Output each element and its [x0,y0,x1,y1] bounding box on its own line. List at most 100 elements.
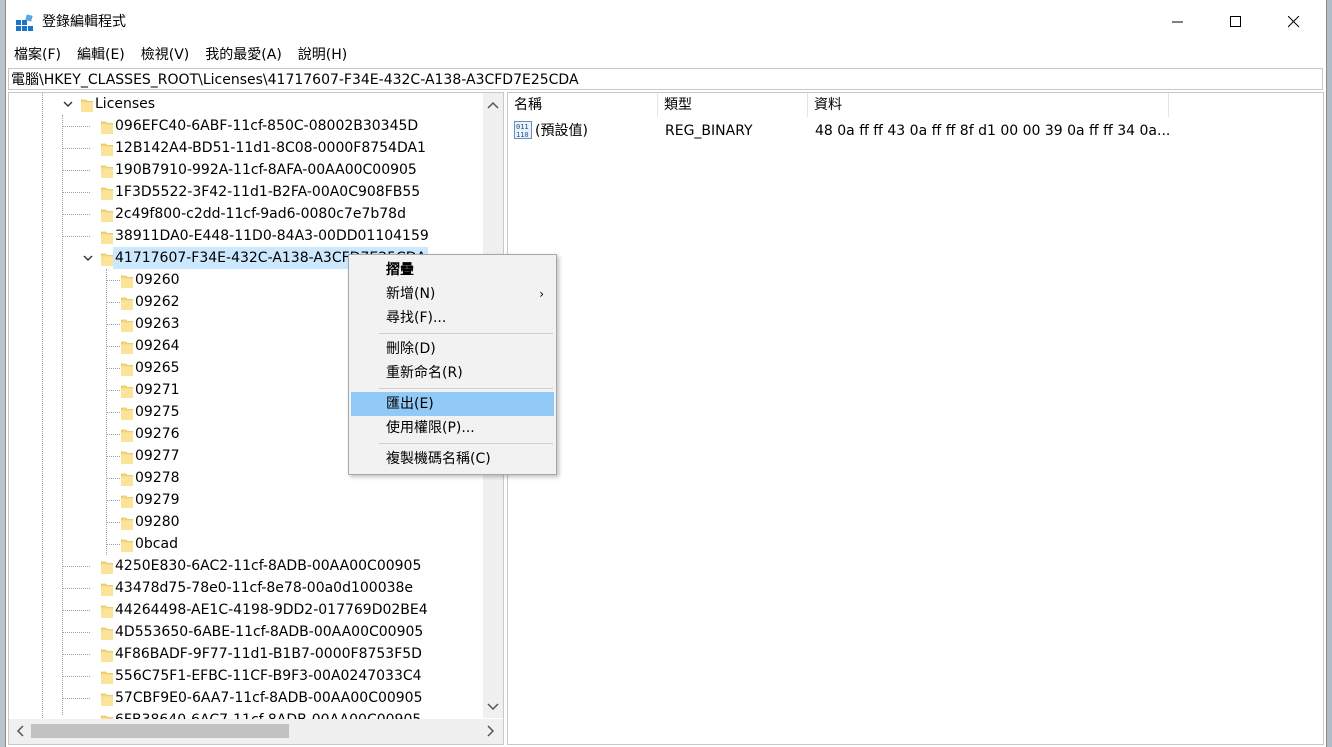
menu-bar: 檔案(F) 編輯(E) 檢視(V) 我的最愛(A) 說明(H) [6,44,1326,66]
tree-item-subkey[interactable]: 09279 [9,489,479,511]
tree-item-label: 43478d75-78e0-11cf-8e78-00a0d100038e [115,580,414,596]
folder-icon [100,669,114,685]
tree-item-label: 57CBF9E0-6AA7-11cf-8ADB-00AA00C00905 [115,690,423,706]
context-menu-rename[interactable]: 重新命名(R) [351,361,554,385]
context-menu-new[interactable]: 新增(N) › [351,282,554,306]
tree-item-key[interactable]: 44264498-AE1C-4198-9DD2-017769D02BE4 [9,599,479,621]
tree-item-label: 09275 [135,404,180,420]
tree-item-key[interactable]: 4250E830-6AC2-11cf-8ADB-00AA00C00905 [9,555,479,577]
folder-icon [120,383,134,399]
address-bar[interactable]: 電腦\HKEY_CLASSES_ROOT\Licenses\41717607-F… [8,68,1323,90]
tree-item-key[interactable]: 43478d75-78e0-11cf-8e78-00a0d100038e [9,577,479,599]
folder-icon [120,295,134,311]
tree-item-label: 12B142A4-BD51-11d1-8C08-0000F8754DA1 [115,140,426,156]
tree-item-label: 09262 [135,294,180,310]
regedit-window: 登錄編輯程式 檔案(F) 編輯(E) 檢視(V) 我的最愛(A) 說明(H) 電… [6,0,1326,747]
context-menu-permissions[interactable]: 使用權限(P)... [351,416,554,440]
tree-item-label: Licenses [95,96,156,112]
folder-icon [120,515,134,531]
tree-item-label: 2c49f800-c2dd-11cf-9ad6-0080c7e7b78d [115,206,406,222]
scroll-left-icon[interactable] [12,723,28,739]
folder-icon [120,449,134,465]
folder-icon [120,361,134,377]
folder-icon [100,603,114,619]
menu-separator [379,333,553,334]
tree-item-label: 096EFC40-6ABF-11cf-850C-08002B30345D [115,118,419,134]
folder-icon [100,581,114,597]
tree-item-key[interactable]: 57CBF9E0-6AA7-11cf-8ADB-00AA00C00905 [9,687,479,709]
tree-item-key[interactable]: 190B7910-992A-11cf-8AFA-00AA00C00905 [9,159,479,181]
folder-icon [120,273,134,289]
context-menu-export[interactable]: 匯出(E) [351,392,554,416]
close-button[interactable] [1265,0,1323,44]
tree-item-label: 1F3D5522-3F42-11d1-B2FA-00A0C908FB55 [115,184,421,200]
tree-item-label: 4D553650-6ABE-11cf-8ADB-00AA00C00905 [115,624,424,640]
folder-icon [100,119,114,135]
tree-item-licenses[interactable]: Licenses [9,93,479,115]
context-menu-delete[interactable]: 刪除(D) [351,337,554,361]
column-header-type[interactable]: 類型 [658,93,808,117]
maximize-button[interactable] [1207,0,1265,44]
tree-item-label: 38911DA0-E448-11D0-84A3-00DD01104159 [115,228,429,244]
scroll-up-icon[interactable] [485,97,501,113]
tree-item-key[interactable]: 1F3D5522-3F42-11d1-B2FA-00A0C908FB55 [9,181,479,203]
tree-item-label: 09263 [135,316,180,332]
tree-item-label: 09279 [135,492,180,508]
context-menu-collapse[interactable]: 摺疊 [351,258,554,282]
tree-item-label: 09278 [135,470,180,486]
scroll-down-icon[interactable] [485,699,501,715]
svg-text:110: 110 [516,131,529,139]
folder-icon [80,97,94,113]
folder-icon [100,141,114,157]
folder-icon [100,185,114,201]
submenu-arrow-icon: › [539,287,544,301]
tree-item-label: 0bcad [135,536,178,552]
menu-file[interactable]: 檔案(F) [6,45,69,65]
tree-item-label: 556C75F1-EFBC-11CF-B9F3-00A0247033C4 [115,668,422,684]
menu-edit[interactable]: 編輯(E) [69,45,133,65]
menu-separator [379,388,553,389]
context-menu-copy-key-name[interactable]: 複製機碼名稱(C) [351,447,554,471]
context-menu-find[interactable]: 尋找(F)... [351,306,554,330]
maximize-icon [1230,16,1241,27]
tree-item-subkey[interactable]: 0bcad [9,533,479,555]
tree-item-label: 09271 [135,382,180,398]
tree-item-key[interactable]: 556C75F1-EFBC-11CF-B9F3-00A0247033C4 [9,665,479,687]
column-header-name[interactable]: 名稱 [508,93,658,117]
tree-item-key[interactable]: 4D553650-6ABE-11cf-8ADB-00AA00C00905 [9,621,479,643]
tree-item-subkey[interactable]: 09280 [9,511,479,533]
tree-item-key[interactable]: 4F86BADF-9F77-11d1-B1B7-0000F8753F5D [9,643,479,665]
folder-icon [100,251,114,267]
folder-icon [100,647,114,663]
binary-value-icon: 011 110 [514,121,532,139]
menu-help[interactable]: 說明(H) [290,45,355,65]
folder-icon [120,471,134,487]
horizontal-scroll-thumb[interactable] [31,724,289,738]
tree-item-key[interactable]: 2c49f800-c2dd-11cf-9ad6-0080c7e7b78d [9,203,479,225]
tree-item-label: 09265 [135,360,180,376]
tree-item-key[interactable]: 38911DA0-E448-11D0-84A3-00DD01104159 [9,225,479,247]
value-data: 48 0a ff ff 43 0a ff ff 8f d1 00 00 39 0… [815,123,1171,139]
tree-item-label: 4F86BADF-9F77-11d1-B1B7-0000F8753F5D [115,646,422,662]
menu-favorites[interactable]: 我的最愛(A) [197,45,290,65]
tree-item-label: 190B7910-992A-11cf-8AFA-00AA00C00905 [115,162,417,178]
tree-horizontal-scrollbar[interactable] [9,719,503,744]
folder-icon [120,493,134,509]
scroll-right-icon[interactable] [483,723,499,739]
tree-item-key[interactable]: 12B142A4-BD51-11d1-8C08-0000F8754DA1 [9,137,479,159]
folder-icon [100,625,114,641]
tree-item-label: 4250E830-6AC2-11cf-8ADB-00AA00C00905 [115,558,422,574]
menu-view[interactable]: 檢視(V) [133,45,198,65]
title-bar: 登錄編輯程式 [6,0,1326,44]
column-header-data[interactable]: 資料 [808,93,1169,117]
value-name[interactable]: (預設值) [535,119,588,143]
tree-item-key[interactable]: 096EFC40-6ABF-11cf-850C-08002B30345D [9,115,479,137]
folder-icon [120,339,134,355]
minimize-button[interactable] [1149,0,1207,44]
close-icon [1288,16,1300,28]
regedit-app-icon [16,14,33,31]
folder-icon [120,427,134,443]
folder-icon [120,537,134,553]
window-title: 登錄編輯程式 [42,14,126,30]
value-type: REG_BINARY [665,123,753,139]
